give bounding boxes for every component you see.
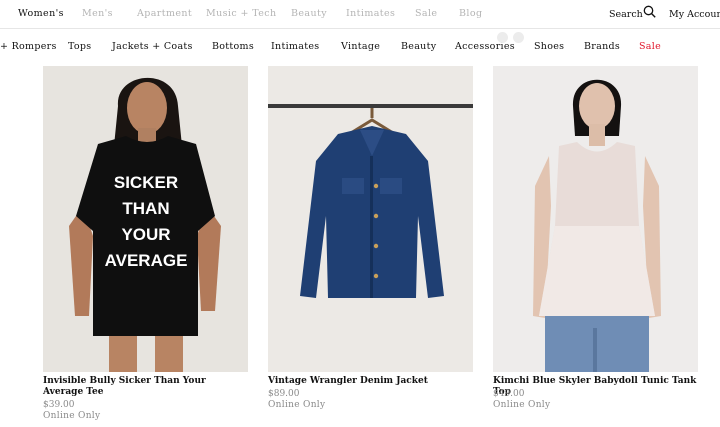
cat-accessories[interactable]: Accessories: [455, 41, 515, 52]
top-nav: Women's Men's Apartment Music + Tech Bea…: [0, 0, 720, 28]
product-image[interactable]: SICKER THAN YOUR AVERAGE: [43, 66, 248, 372]
shirt-text-line-2: THAN: [122, 199, 169, 218]
cat-beauty[interactable]: Beauty: [401, 41, 436, 52]
carousel-dot: [497, 32, 508, 43]
cat-rompers[interactable]: + Rompers: [0, 41, 57, 52]
product-price: $39.00: [43, 400, 75, 410]
my-account-link[interactable]: My Account: [669, 9, 720, 20]
nav-womens[interactable]: Women's: [18, 8, 64, 19]
nav-blog[interactable]: Blog: [459, 8, 482, 19]
product-name[interactable]: Invisible Bully Sicker Than Your Average…: [43, 376, 248, 398]
search-label[interactable]: Search: [609, 9, 643, 20]
nav-beauty[interactable]: Beauty: [291, 8, 327, 19]
product-price: $49.00: [493, 389, 525, 399]
shirt-text-line-4: AVERAGE: [105, 251, 188, 270]
nav-mens[interactable]: Men's: [82, 8, 113, 19]
product-price: $89.00: [268, 389, 300, 399]
cat-intimates[interactable]: Intimates: [271, 41, 319, 52]
cat-tops[interactable]: Tops: [68, 41, 91, 52]
nav-apartment[interactable]: Apartment: [137, 8, 192, 19]
cat-jackets-coats[interactable]: Jackets + Coats: [112, 41, 193, 52]
nav-music-tech[interactable]: Music + Tech: [206, 8, 277, 19]
product-image[interactable]: [268, 66, 473, 372]
availability-label: Online Only: [43, 411, 101, 421]
product-name[interactable]: Vintage Wrangler Denim Jacket: [268, 376, 473, 387]
nav-sale[interactable]: Sale: [415, 8, 437, 19]
availability-label: Online Only: [493, 400, 551, 410]
search-icon[interactable]: [643, 5, 656, 18]
carousel-dot: [513, 32, 524, 43]
cat-shoes[interactable]: Shoes: [534, 41, 564, 52]
shirt-text-line-1: SICKER: [114, 173, 178, 192]
cat-bottoms[interactable]: Bottoms: [212, 41, 254, 52]
nav-intimates[interactable]: Intimates: [346, 8, 395, 19]
cat-vintage[interactable]: Vintage: [341, 41, 380, 52]
cat-sale[interactable]: Sale: [639, 41, 661, 52]
category-nav: + Rompers Tops Jackets + Coats Bottoms I…: [0, 29, 720, 63]
shirt-text-line-3: YOUR: [121, 225, 170, 244]
availability-label: Online Only: [268, 400, 326, 410]
cat-brands[interactable]: Brands: [584, 41, 620, 52]
product-image[interactable]: [493, 66, 698, 372]
